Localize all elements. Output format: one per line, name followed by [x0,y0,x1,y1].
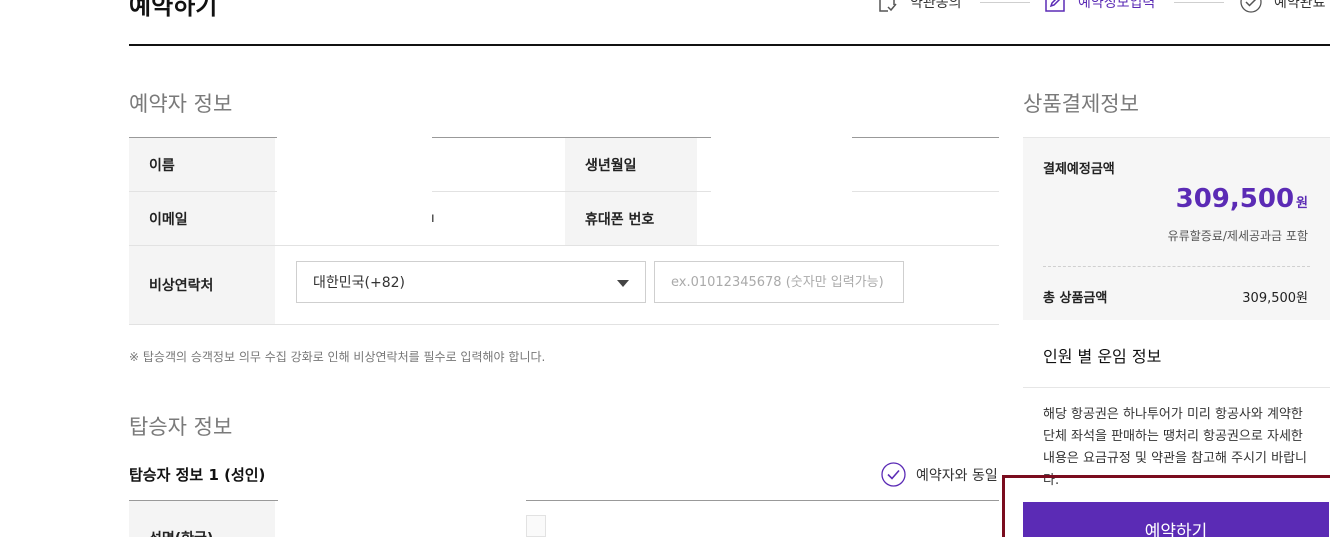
name-label: 이름 [129,138,275,191]
dashed-divider [1043,266,1310,267]
mobile-label: 휴대폰 번호 [565,192,697,245]
same-as-booker-label: 예약자와 동일 [916,467,998,484]
edit-icon [1045,0,1065,12]
country-code-select[interactable]: 대한민국(+82) [296,261,646,303]
step-info: 예약정보입력 [1044,0,1155,14]
expected-amount: 309,500 원 [1176,184,1308,214]
caret-down-icon [617,280,629,287]
step-divider [1174,2,1224,3]
check-circle-icon [881,462,906,487]
document-check-icon [879,0,897,12]
step-complete-label: 예약완료 [1274,0,1326,11]
step-info-label: 예약정보입력 [1078,0,1156,11]
emergency-notice: ※ 탑승객의 승객정보 의무 수집 강화로 인해 비상연락처를 필수로 입력해야… [129,350,546,364]
payment-section-title: 상품결제정보 [1023,92,1139,116]
expected-amount-value: 309,500 [1175,184,1295,214]
step-divider [980,2,1030,3]
step-terms: 약관동의 [876,0,962,14]
step-complete: 예약완료 [1240,0,1326,14]
birthdate-value-redacted [711,125,852,241]
email-value[interactable]: ı [431,211,435,226]
row-divider [129,324,999,325]
name-value-redacted [277,125,432,244]
name-kr-label: 성명(한글) [129,501,275,537]
emergency-contact-label: 비상연락처 [129,246,275,324]
step-terms-label: 약관동의 [910,0,962,11]
header-divider [129,44,1330,46]
currency-unit: 원 [1296,196,1308,211]
passenger-name-redacted [278,494,526,537]
amount-note: 유류할증료/제세공과금 포함 [1167,229,1308,243]
passenger-name-input[interactable] [526,515,546,537]
total-amount-label: 총 상품금액 [1043,291,1108,306]
fare-divider [1023,387,1330,388]
book-button[interactable]: 예약하기 [1023,502,1329,537]
passenger-section-title: 탑승자 정보 [129,415,233,439]
emergency-phone-input[interactable] [654,261,904,303]
total-amount-value: 309,500원 [1242,291,1308,306]
booker-section-title: 예약자 정보 [129,92,233,116]
check-circle-icon [1240,0,1262,13]
passenger-subtitle: 탑승자 정보 1 (성인) [129,466,266,484]
fare-info-title[interactable]: 인원 별 운임 정보 [1043,343,1161,367]
payment-summary-panel: 결제예정금액 309,500 원 유류할증료/제세공과금 포함 총 상품금액 30… [1023,137,1330,320]
same-as-booker-checkbox[interactable]: 예약자와 동일 [881,462,998,487]
email-label: 이메일 [129,192,275,245]
expected-amount-label: 결제예정금액 [1043,162,1115,177]
birthdate-label: 생년월일 [565,138,697,191]
country-code-value: 대한민국(+82) [313,275,405,291]
page-title: 예약하기 [129,0,218,20]
